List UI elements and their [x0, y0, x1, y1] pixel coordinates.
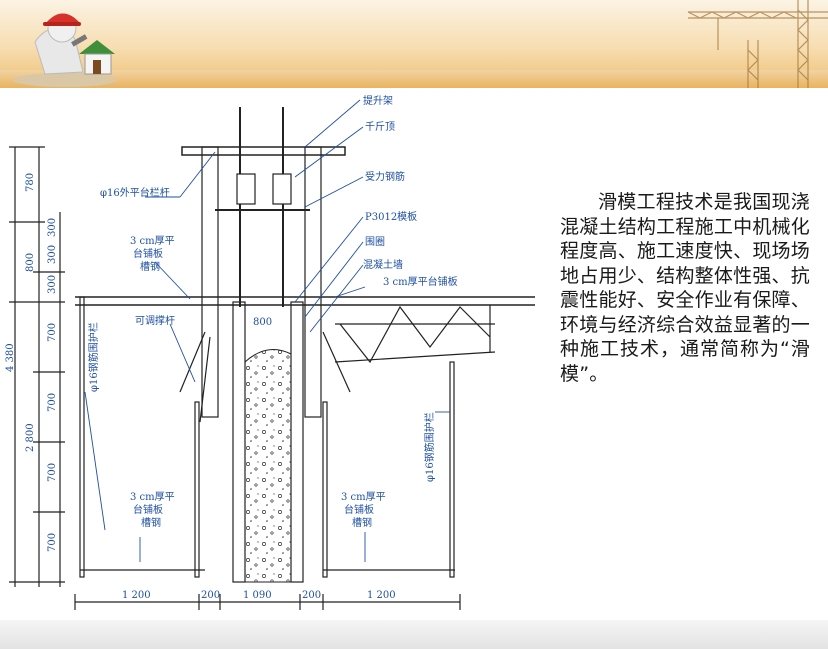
- label-ring-beam: 围圈: [365, 236, 385, 248]
- label-outer-railing: φ16外平台栏杆: [100, 186, 170, 199]
- label-bottom-right-1: 3 cm厚平: [341, 491, 386, 503]
- dim-300c: 300: [47, 275, 58, 294]
- label-adjustable-brace: 可调撑杆: [135, 314, 175, 327]
- dim-300a: 300: [47, 218, 58, 237]
- dim-800: 800: [25, 253, 36, 272]
- label-formwork: P3012模板: [365, 210, 417, 223]
- builder-house-logo-icon: [13, 13, 117, 87]
- dim-2800: 2 800: [25, 423, 36, 452]
- dim-4380: 4 380: [5, 343, 16, 372]
- label-jack: 千斤顶: [365, 121, 395, 133]
- slipform-diagram: 提升架 千斤顶 受力钢筋 P3012模板 围圈 混凝土墙 3 cm厚平台铺板 φ…: [5, 92, 540, 617]
- dim-300b: 300: [47, 245, 58, 264]
- label-bottom-right-3: 槽钢: [352, 516, 372, 529]
- slide-footer: [0, 620, 828, 649]
- dim-200b: 200: [302, 590, 321, 601]
- label-lifting-frame: 提升架: [363, 95, 393, 107]
- dim-1090: 1 090: [243, 590, 272, 601]
- label-platform-board-left-2: 台铺板: [133, 247, 163, 260]
- label-stressed-rebar: 受力钢筋: [365, 170, 405, 183]
- dim-1200a: 1 200: [122, 590, 151, 601]
- dim-700a: 700: [47, 323, 58, 342]
- dim-700b: 700: [47, 393, 58, 412]
- label-left-guard-rail: φ16钢筋围护栏: [87, 322, 100, 392]
- dim-700d: 700: [47, 533, 58, 552]
- dim-780: 780: [25, 173, 36, 192]
- dim-span-800: 800: [253, 317, 272, 328]
- label-bottom-right-2: 台铺板: [344, 503, 374, 516]
- slide-body-text: 滑模工程技术是我国现浇混凝土结构工程施工中机械化程度高、施工速度快、现场场地占用…: [560, 191, 810, 385]
- slipform-drawing: 提升架 千斤顶 受力钢筋 P3012模板 围圈 混凝土墙 3 cm厚平台铺板 φ…: [5, 95, 535, 610]
- dim-1200b: 1 200: [367, 590, 396, 601]
- dim-200a: 200: [201, 590, 220, 601]
- label-concrete-wall: 混凝土墙: [363, 258, 403, 271]
- crane-decoration-icon: [687, 0, 828, 88]
- label-bottom-left-1: 3 cm厚平: [130, 491, 175, 503]
- slide-header: [0, 0, 828, 88]
- label-bottom-left-3: 槽钢: [141, 516, 161, 529]
- label-bottom-left-2: 台铺板: [133, 503, 163, 516]
- label-channel-left: 槽钢: [140, 260, 160, 273]
- dim-700c: 700: [47, 463, 58, 482]
- concrete-core: [244, 349, 292, 583]
- label-platform-board-left-1: 3 cm厚平: [130, 235, 175, 247]
- label-platform-board-right: 3 cm厚平台铺板: [383, 275, 458, 288]
- label-right-guard-rail: φ16钢筋围护栏: [423, 412, 436, 482]
